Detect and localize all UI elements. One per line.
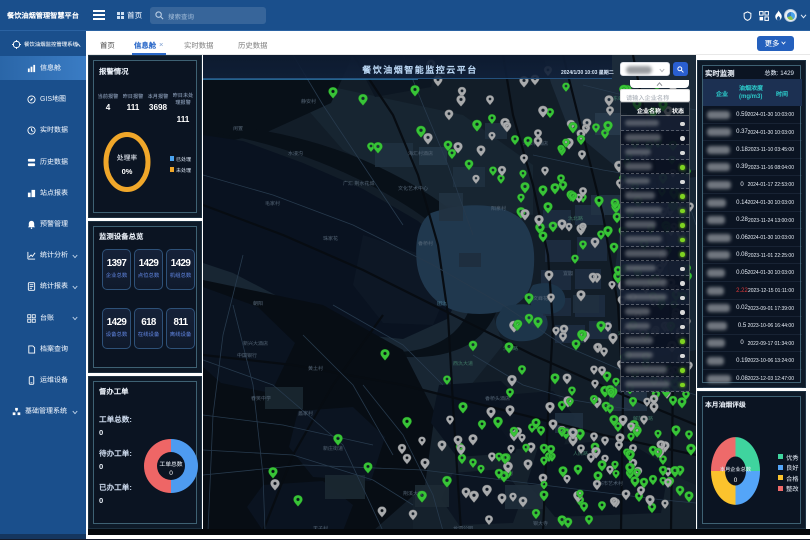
svg-text:文化艺术中心: 文化艺术中心 [398,185,428,192]
svg-text:西氿大道: 西氿大道 [453,360,473,367]
svg-text:阳泉村: 阳泉村 [491,205,506,212]
svg-text:新庄街道: 新庄街道 [323,445,343,452]
svg-text:朝阳: 朝阳 [253,300,263,307]
svg-text:珠家花: 珠家花 [323,235,338,242]
svg-text:香桥头酒店: 香桥头酒店 [485,395,510,402]
svg-text:宜园: 宜园 [563,270,573,277]
svg-text:毛家村: 毛家村 [265,200,280,207]
svg-text:海汇村酒店: 海汇村酒店 [408,150,433,157]
svg-text:蠡家村: 蠡家村 [298,410,313,417]
svg-text:春笑中学: 春笑中学 [251,395,271,402]
svg-text:银大寺: 银大寺 [533,520,548,527]
svg-text:中国银行: 中国银行 [237,352,257,359]
svg-text:香桥村: 香桥村 [418,240,433,247]
svg-text:水浸沟: 水浸沟 [288,150,303,157]
svg-text:团氿: 团氿 [437,300,447,307]
svg-text:新兴大酒店: 新兴大酒店 [243,340,268,347]
svg-text:广汇 荆水花城: 广汇 荆水花城 [343,180,374,187]
svg-text:氿北路: 氿北路 [568,215,583,222]
svg-text:闲置: 闲置 [233,125,243,132]
svg-text:静安村: 静安村 [301,98,316,105]
svg-text:黄土村: 黄土村 [308,365,323,372]
